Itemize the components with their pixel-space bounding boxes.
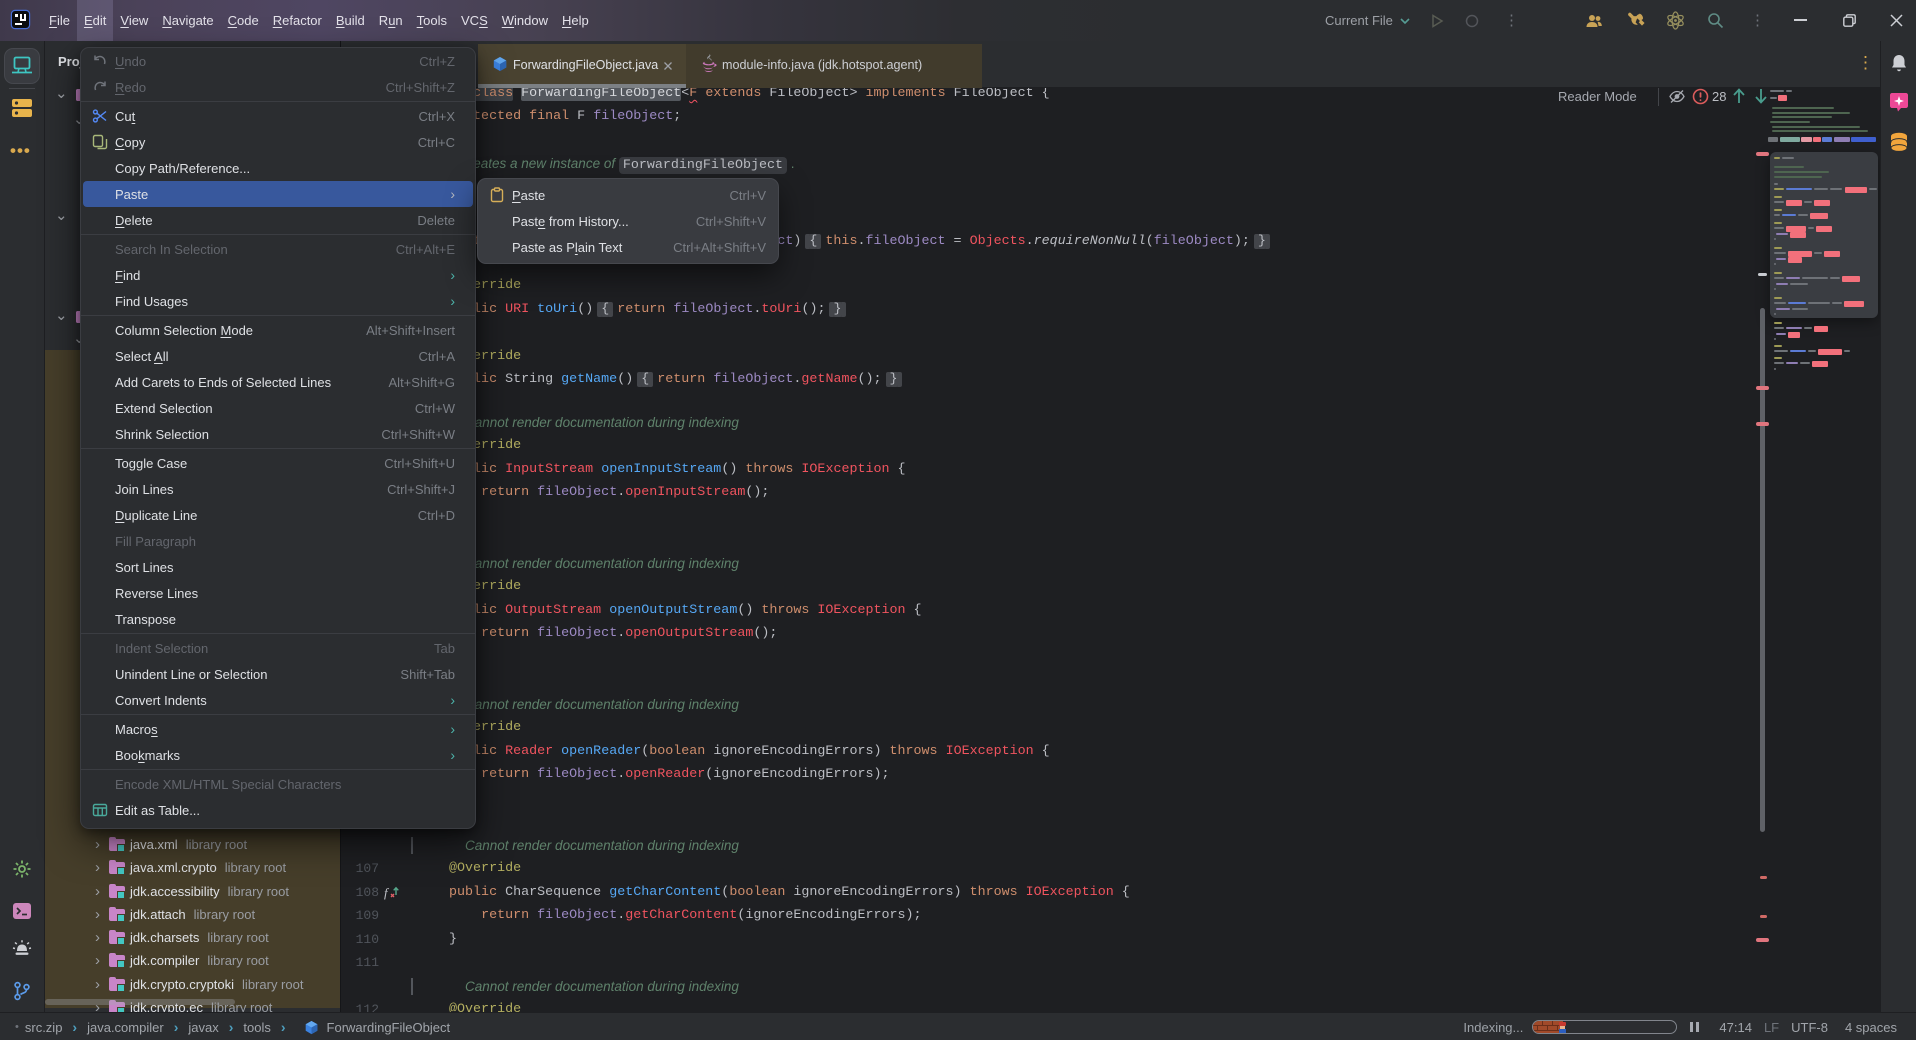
svg-text:f: f xyxy=(384,885,390,900)
